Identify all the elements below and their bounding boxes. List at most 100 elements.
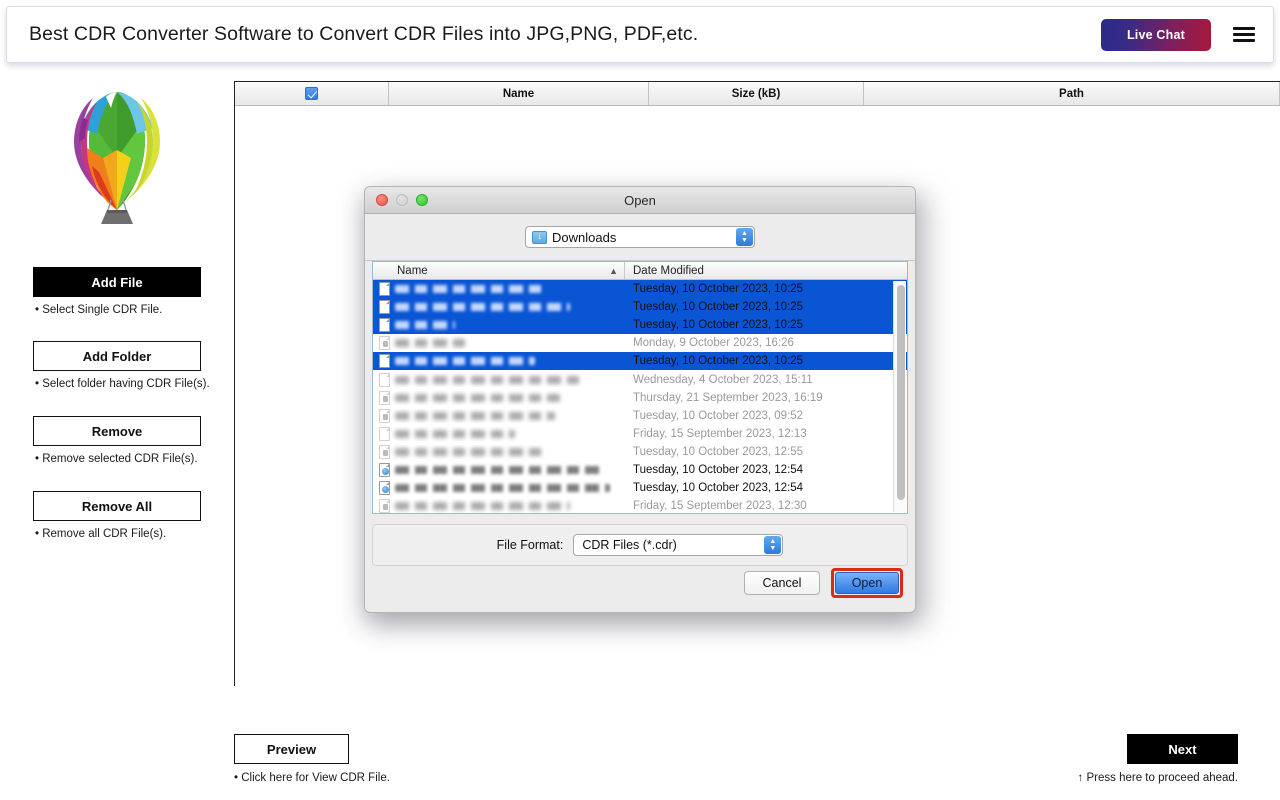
file-list-item-date: Tuesday, 10 October 2023, 09:52 <box>633 409 804 422</box>
add-file-button[interactable]: Add File <box>33 267 201 297</box>
next-hint: ↑ Press here to proceed ahead. <box>1077 772 1238 784</box>
downloads-folder-icon <box>532 230 547 244</box>
file-list-item[interactable]: Monday, 9 October 2023, 16:26 <box>373 334 907 352</box>
add-folder-hint: • Select folder having CDR File(s). <box>35 378 210 390</box>
cancel-button[interactable]: Cancel <box>744 571 820 595</box>
hot-air-balloon-logo-icon <box>74 92 160 224</box>
file-format-dropdown[interactable]: CDR Files (*.cdr) ▲ ▼ <box>573 534 784 556</box>
file-list-item-name <box>373 354 625 369</box>
open-button-highlight: Open <box>831 568 903 598</box>
cdr-file-icon <box>379 300 390 315</box>
dialog-titlebar: Open <box>365 187 915 214</box>
file-list-item-name <box>373 481 625 496</box>
sidebar-action-remove: Remove • Remove selected CDR File(s). <box>33 416 201 465</box>
column-header-select-all[interactable] <box>235 82 389 105</box>
file-format-value: CDR Files (*.cdr) <box>582 538 677 552</box>
list-column-name-label: Name <box>397 264 428 277</box>
file-list-item[interactable]: Tuesday, 10 October 2023, 12:54 <box>373 479 907 497</box>
file-name-redacted <box>395 429 515 438</box>
file-list-item-name <box>373 336 625 351</box>
next-action: Next ↑ Press here to proceed ahead. <box>1078 734 1238 784</box>
file-list-item[interactable]: Tuesday, 10 October 2023, 10:25 <box>373 298 907 317</box>
preview-button[interactable]: Preview <box>234 734 349 764</box>
cdr-file-icon <box>379 282 390 297</box>
file-list-item[interactable]: Friday, 15 September 2023, 12:30 <box>373 497 907 513</box>
list-column-name[interactable]: Name ▲ <box>373 262 625 279</box>
add-folder-button[interactable]: Add Folder <box>33 341 201 371</box>
file-name-redacted <box>395 339 465 348</box>
file-name-redacted <box>395 411 555 420</box>
open-button[interactable]: Open <box>835 572 899 594</box>
location-dropdown[interactable]: Downloads ▲▼ <box>525 226 755 248</box>
file-list-item[interactable]: Tuesday, 10 October 2023, 09:52 <box>373 407 907 425</box>
file-list-item[interactable]: Thursday, 21 September 2023, 16:19 <box>373 389 907 407</box>
file-name-redacted <box>395 465 605 474</box>
dmg-file-icon <box>379 481 390 496</box>
file-format-label: File Format: <box>496 538 564 552</box>
dialog-location-bar: Downloads ▲▼ <box>365 214 915 261</box>
file-name-redacted <box>395 375 580 384</box>
next-button[interactable]: Next <box>1127 734 1238 764</box>
column-header-name[interactable]: Name <box>389 82 649 105</box>
file-list-item[interactable]: Wednesday, 4 October 2023, 15:11 <box>373 370 907 388</box>
hamburger-line <box>1233 27 1255 30</box>
location-label: Downloads <box>552 229 617 245</box>
file-list-item-date: Tuesday, 10 October 2023, 10:25 <box>633 355 804 368</box>
live-chat-button[interactable]: Live Chat <box>1100 18 1211 51</box>
list-column-date-modified[interactable]: Date Modified <box>625 262 907 279</box>
add-file-hint: • Select Single CDR File. <box>35 304 163 316</box>
file-list-item-name <box>373 408 625 423</box>
file-list-item-date: Tuesday, 10 October 2023, 10:25 <box>633 283 804 296</box>
sidebar-action-add-file: Add File • Select Single CDR File. <box>33 267 201 316</box>
file-list-scroll-thumb[interactable] <box>896 285 905 500</box>
open-file-dialog: Open Downloads ▲▼ Name ▲ Date Modified T… <box>364 186 916 613</box>
locked-file-icon <box>379 499 390 513</box>
file-list-item-date: Tuesday, 10 October 2023, 12:54 <box>633 482 804 495</box>
file-list-item-name <box>373 462 625 477</box>
file-list-item-date: Wednesday, 4 October 2023, 15:11 <box>633 373 813 386</box>
location-stepper-icon[interactable]: ▲ ▼ <box>736 228 753 246</box>
file-list-item-date: Tuesday, 10 October 2023, 12:55 <box>633 445 804 458</box>
text-file-icon <box>379 372 390 387</box>
preview-action: Preview • Click here for View CDR File. <box>234 734 390 784</box>
file-list-item-name <box>373 426 625 441</box>
file-name-redacted <box>395 502 570 511</box>
blank-file-icon <box>379 426 390 441</box>
remove-all-hint: • Remove all CDR File(s). <box>35 528 167 540</box>
file-list-item-date: Friday, 15 September 2023, 12:13 <box>633 427 807 440</box>
file-list-item[interactable]: Tuesday, 10 October 2023, 10:25 <box>373 316 907 335</box>
file-name-redacted <box>395 393 560 402</box>
file-list-item[interactable]: Tuesday, 10 October 2023, 10:25 <box>373 352 907 371</box>
hamburger-menu-icon[interactable] <box>1233 24 1255 46</box>
file-list-item-date: Tuesday, 10 October 2023, 12:54 <box>633 463 804 476</box>
file-list-item-name <box>373 499 625 513</box>
remove-all-button[interactable]: Remove All <box>33 491 201 521</box>
sidebar-action-remove-all: Remove All • Remove all CDR File(s). <box>33 491 201 540</box>
column-header-path[interactable]: Path <box>864 82 1280 105</box>
cdr-file-icon <box>379 354 390 369</box>
file-name-redacted <box>395 484 610 493</box>
column-header-size[interactable]: Size (kB) <box>649 82 864 105</box>
app-header: Best CDR Converter Software to Convert C… <box>6 6 1274 63</box>
file-format-stepper-icon[interactable]: ▲ ▼ <box>764 536 782 554</box>
file-list-item[interactable]: Tuesday, 10 October 2023, 12:54 <box>373 461 907 479</box>
select-all-checkbox[interactable] <box>305 87 318 100</box>
remove-button[interactable]: Remove <box>33 416 201 446</box>
file-list-item-name <box>373 444 625 459</box>
file-list-item[interactable]: Friday, 15 September 2023, 12:13 <box>373 425 907 443</box>
file-list-item[interactable]: Tuesday, 10 October 2023, 12:55 <box>373 443 907 461</box>
hamburger-line <box>1233 33 1255 36</box>
file-rows[interactable]: Tuesday, 10 October 2023, 10:25 Tuesday, … <box>373 280 907 513</box>
page-title: Best CDR Converter Software to Convert C… <box>29 23 699 45</box>
locked-file-icon <box>379 444 390 459</box>
file-browser-list[interactable]: Name ▲ Date Modified Tuesday, 10 October… <box>372 261 908 514</box>
file-list-header: Name ▲ Date Modified <box>373 262 907 280</box>
dmg-file-icon <box>379 462 390 477</box>
file-list-item-date: Thursday, 21 September 2023, 16:19 <box>633 391 823 404</box>
file-list-item[interactable]: Tuesday, 10 October 2023, 10:25 <box>373 280 907 299</box>
file-list-item-name <box>373 318 625 333</box>
file-list-scrollbar[interactable] <box>893 281 906 512</box>
file-list-item-date: Tuesday, 10 October 2023, 10:25 <box>633 301 804 314</box>
file-name-redacted <box>395 321 455 330</box>
file-table-header: Name Size (kB) Path <box>235 82 1280 106</box>
